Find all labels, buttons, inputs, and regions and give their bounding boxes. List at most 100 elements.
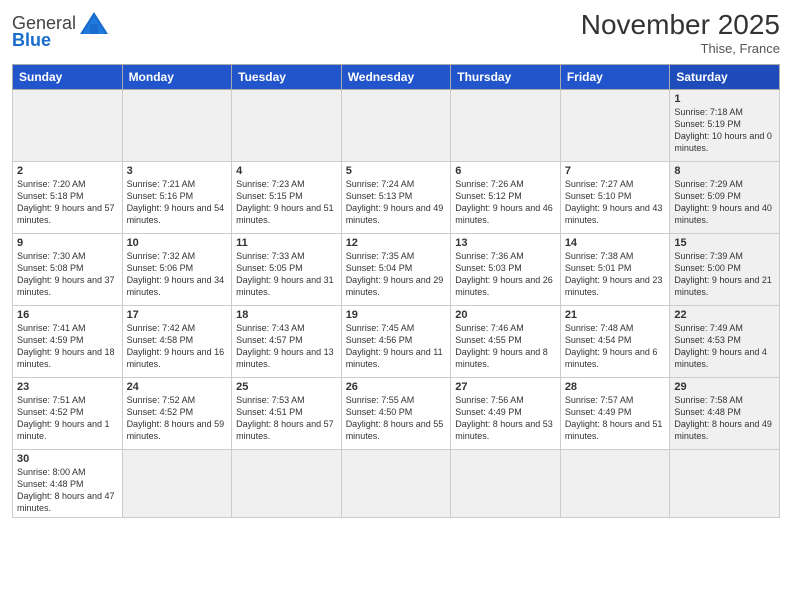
- day-info: Sunrise: 7:57 AM Sunset: 4:49 PM Dayligh…: [565, 394, 666, 443]
- day-info: Sunrise: 7:29 AM Sunset: 5:09 PM Dayligh…: [674, 178, 775, 227]
- calendar-cell: [670, 449, 780, 518]
- day-number: 19: [346, 309, 447, 321]
- day-info: Sunrise: 7:52 AM Sunset: 4:52 PM Dayligh…: [127, 394, 228, 443]
- col-sunday: Sunday: [13, 64, 123, 89]
- day-number: 9: [17, 237, 118, 249]
- day-info: Sunrise: 7:42 AM Sunset: 4:58 PM Dayligh…: [127, 322, 228, 371]
- col-wednesday: Wednesday: [341, 64, 451, 89]
- day-info: Sunrise: 7:30 AM Sunset: 5:08 PM Dayligh…: [17, 250, 118, 299]
- day-number: 23: [17, 381, 118, 393]
- col-thursday: Thursday: [451, 64, 561, 89]
- day-number: 16: [17, 309, 118, 321]
- calendar-cell: 12Sunrise: 7:35 AM Sunset: 5:04 PM Dayli…: [341, 233, 451, 305]
- calendar-cell: 1Sunrise: 7:18 AM Sunset: 5:19 PM Daylig…: [670, 89, 780, 161]
- calendar-cell: [451, 89, 561, 161]
- day-info: Sunrise: 7:24 AM Sunset: 5:13 PM Dayligh…: [346, 178, 447, 227]
- calendar-cell: 23Sunrise: 7:51 AM Sunset: 4:52 PM Dayli…: [13, 377, 123, 449]
- calendar-cell: 30Sunrise: 8:00 AM Sunset: 4:48 PM Dayli…: [13, 449, 123, 518]
- day-number: 7: [565, 165, 666, 177]
- day-info: Sunrise: 7:27 AM Sunset: 5:10 PM Dayligh…: [565, 178, 666, 227]
- day-number: 12: [346, 237, 447, 249]
- day-info: Sunrise: 7:35 AM Sunset: 5:04 PM Dayligh…: [346, 250, 447, 299]
- calendar-cell: 3Sunrise: 7:21 AM Sunset: 5:16 PM Daylig…: [122, 161, 232, 233]
- day-info: Sunrise: 7:36 AM Sunset: 5:03 PM Dayligh…: [455, 250, 556, 299]
- calendar-cell: 22Sunrise: 7:49 AM Sunset: 4:53 PM Dayli…: [670, 305, 780, 377]
- day-number: 21: [565, 309, 666, 321]
- day-info: Sunrise: 7:53 AM Sunset: 4:51 PM Dayligh…: [236, 394, 337, 443]
- day-info: Sunrise: 7:23 AM Sunset: 5:15 PM Dayligh…: [236, 178, 337, 227]
- calendar-cell: [451, 449, 561, 518]
- day-number: 20: [455, 309, 556, 321]
- calendar-cell: [122, 449, 232, 518]
- day-number: 13: [455, 237, 556, 249]
- col-saturday: Saturday: [670, 64, 780, 89]
- day-info: Sunrise: 7:45 AM Sunset: 4:56 PM Dayligh…: [346, 322, 447, 371]
- calendar-cell: [13, 89, 123, 161]
- day-number: 6: [455, 165, 556, 177]
- day-number: 3: [127, 165, 228, 177]
- day-info: Sunrise: 7:39 AM Sunset: 5:00 PM Dayligh…: [674, 250, 775, 299]
- calendar-cell: 6Sunrise: 7:26 AM Sunset: 5:12 PM Daylig…: [451, 161, 561, 233]
- day-info: Sunrise: 7:20 AM Sunset: 5:18 PM Dayligh…: [17, 178, 118, 227]
- day-info: Sunrise: 7:41 AM Sunset: 4:59 PM Dayligh…: [17, 322, 118, 371]
- calendar-week-row: 16Sunrise: 7:41 AM Sunset: 4:59 PM Dayli…: [13, 305, 780, 377]
- day-number: 4: [236, 165, 337, 177]
- day-number: 1: [674, 93, 775, 105]
- day-info: Sunrise: 7:48 AM Sunset: 4:54 PM Dayligh…: [565, 322, 666, 371]
- calendar: Sunday Monday Tuesday Wednesday Thursday…: [12, 64, 780, 519]
- calendar-cell: 13Sunrise: 7:36 AM Sunset: 5:03 PM Dayli…: [451, 233, 561, 305]
- title-area: November 2025 Thise, France: [581, 10, 780, 56]
- col-monday: Monday: [122, 64, 232, 89]
- day-number: 5: [346, 165, 447, 177]
- subtitle: Thise, France: [581, 41, 780, 56]
- col-friday: Friday: [560, 64, 670, 89]
- calendar-cell: 28Sunrise: 7:57 AM Sunset: 4:49 PM Dayli…: [560, 377, 670, 449]
- calendar-week-row: 2Sunrise: 7:20 AM Sunset: 5:18 PM Daylig…: [13, 161, 780, 233]
- day-info: Sunrise: 7:33 AM Sunset: 5:05 PM Dayligh…: [236, 250, 337, 299]
- calendar-cell: 15Sunrise: 7:39 AM Sunset: 5:00 PM Dayli…: [670, 233, 780, 305]
- calendar-cell: 26Sunrise: 7:55 AM Sunset: 4:50 PM Dayli…: [341, 377, 451, 449]
- calendar-cell: 7Sunrise: 7:27 AM Sunset: 5:10 PM Daylig…: [560, 161, 670, 233]
- calendar-week-row: 9Sunrise: 7:30 AM Sunset: 5:08 PM Daylig…: [13, 233, 780, 305]
- day-info: Sunrise: 7:46 AM Sunset: 4:55 PM Dayligh…: [455, 322, 556, 371]
- col-tuesday: Tuesday: [232, 64, 342, 89]
- header: General Blue November 2025 Thise, France: [12, 10, 780, 56]
- day-info: Sunrise: 7:26 AM Sunset: 5:12 PM Dayligh…: [455, 178, 556, 227]
- day-number: 8: [674, 165, 775, 177]
- calendar-cell: 19Sunrise: 7:45 AM Sunset: 4:56 PM Dayli…: [341, 305, 451, 377]
- day-info: Sunrise: 7:18 AM Sunset: 5:19 PM Dayligh…: [674, 106, 775, 155]
- calendar-cell: 14Sunrise: 7:38 AM Sunset: 5:01 PM Dayli…: [560, 233, 670, 305]
- day-info: Sunrise: 7:56 AM Sunset: 4:49 PM Dayligh…: [455, 394, 556, 443]
- calendar-cell: 10Sunrise: 7:32 AM Sunset: 5:06 PM Dayli…: [122, 233, 232, 305]
- day-info: Sunrise: 7:51 AM Sunset: 4:52 PM Dayligh…: [17, 394, 118, 443]
- day-number: 14: [565, 237, 666, 249]
- calendar-cell: 18Sunrise: 7:43 AM Sunset: 4:57 PM Dayli…: [232, 305, 342, 377]
- day-number: 17: [127, 309, 228, 321]
- day-number: 22: [674, 309, 775, 321]
- day-number: 15: [674, 237, 775, 249]
- page: General Blue November 2025 Thise, France…: [0, 0, 792, 612]
- day-number: 29: [674, 381, 775, 393]
- day-info: Sunrise: 7:38 AM Sunset: 5:01 PM Dayligh…: [565, 250, 666, 299]
- day-number: 25: [236, 381, 337, 393]
- calendar-cell: 2Sunrise: 7:20 AM Sunset: 5:18 PM Daylig…: [13, 161, 123, 233]
- day-number: 24: [127, 381, 228, 393]
- day-info: Sunrise: 7:43 AM Sunset: 4:57 PM Dayligh…: [236, 322, 337, 371]
- calendar-cell: [232, 449, 342, 518]
- day-number: 18: [236, 309, 337, 321]
- calendar-cell: [341, 449, 451, 518]
- day-number: 27: [455, 381, 556, 393]
- day-info: Sunrise: 8:00 AM Sunset: 4:48 PM Dayligh…: [17, 466, 118, 515]
- month-title: November 2025: [581, 10, 780, 41]
- calendar-week-row: 30Sunrise: 8:00 AM Sunset: 4:48 PM Dayli…: [13, 449, 780, 518]
- calendar-cell: 25Sunrise: 7:53 AM Sunset: 4:51 PM Dayli…: [232, 377, 342, 449]
- day-number: 28: [565, 381, 666, 393]
- day-info: Sunrise: 7:58 AM Sunset: 4:48 PM Dayligh…: [674, 394, 775, 443]
- day-info: Sunrise: 7:49 AM Sunset: 4:53 PM Dayligh…: [674, 322, 775, 371]
- logo-blue-text: Blue: [12, 30, 51, 51]
- calendar-cell: 4Sunrise: 7:23 AM Sunset: 5:15 PM Daylig…: [232, 161, 342, 233]
- calendar-cell: 16Sunrise: 7:41 AM Sunset: 4:59 PM Dayli…: [13, 305, 123, 377]
- calendar-cell: 8Sunrise: 7:29 AM Sunset: 5:09 PM Daylig…: [670, 161, 780, 233]
- logo-icon: [78, 10, 110, 36]
- calendar-cell: 29Sunrise: 7:58 AM Sunset: 4:48 PM Dayli…: [670, 377, 780, 449]
